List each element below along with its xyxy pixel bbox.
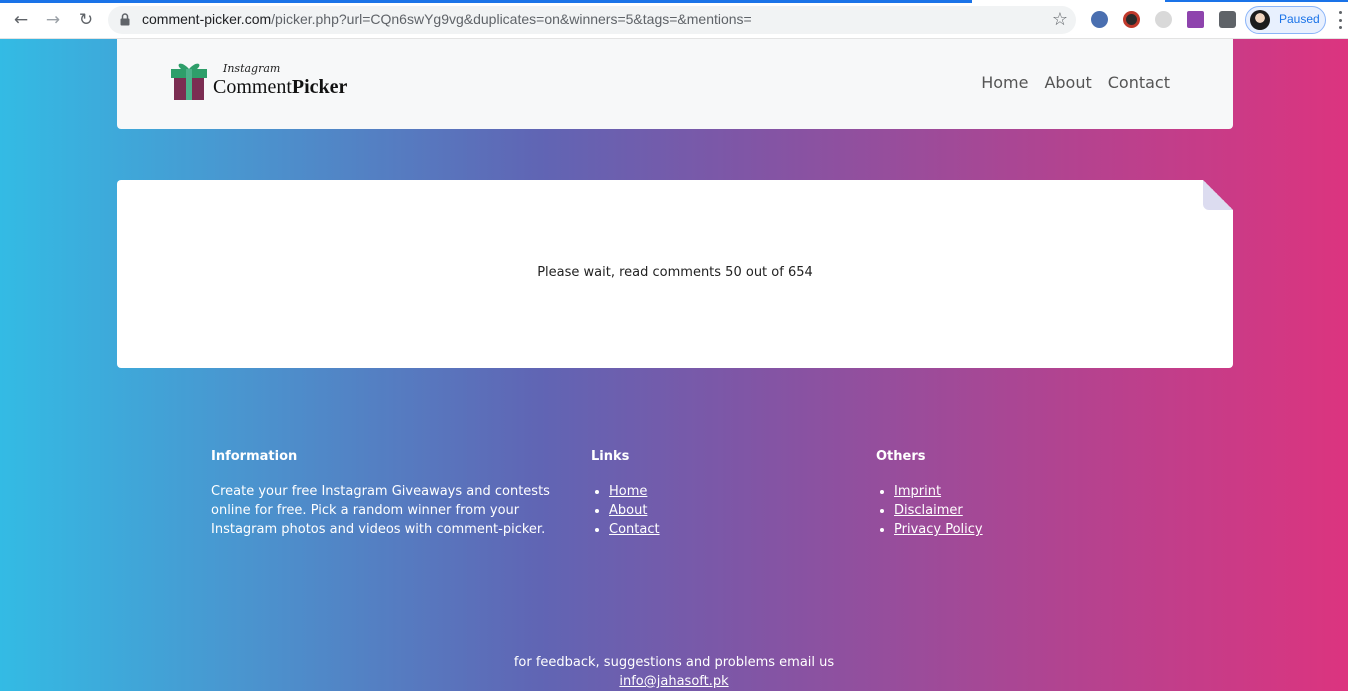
footer-links-title: Links (591, 449, 630, 464)
footer-others-title: Others (876, 449, 926, 464)
url-text[interactable]: comment-picker.com/picker.php?url=CQn6sw… (142, 11, 752, 27)
page-load-progress (0, 0, 972, 3)
logo[interactable]: Instagram CommentPicker (171, 59, 356, 101)
main-nav: Home About Contact (981, 73, 1170, 92)
address-bar[interactable]: comment-picker.com/picker.php?url=CQn6sw… (108, 6, 1076, 34)
footer-link-contact[interactable]: Contact (609, 522, 660, 537)
footer-link-about[interactable]: About (609, 503, 647, 518)
footer-information: Information Create your free Instagram G… (211, 449, 571, 539)
footer-feedback: for feedback, suggestions and problems e… (0, 653, 1348, 691)
footer-info-text: Create your free Instagram Giveaways and… (211, 484, 550, 537)
profile-button[interactable]: Paused (1245, 6, 1326, 34)
gift-icon (171, 63, 207, 100)
avatar (1250, 10, 1270, 30)
puzzle-icon[interactable] (1219, 11, 1236, 28)
nav-contact[interactable]: Contact (1108, 73, 1170, 92)
feedback-text: for feedback, suggestions and problems e… (513, 655, 835, 670)
nav-about[interactable]: About (1044, 73, 1091, 92)
back-arrow-icon[interactable]: ← (10, 9, 32, 31)
email-link[interactable]: info@jahasoft.pk (619, 674, 728, 689)
footer-info-title: Information (211, 449, 298, 464)
bookmark-star-icon[interactable]: ☆ (1052, 9, 1068, 30)
extension-moon-icon[interactable] (1155, 11, 1172, 28)
status-message: Please wait, read comments 50 out of 654 (537, 265, 813, 280)
logo-script: Instagram (223, 62, 281, 75)
forward-arrow-icon[interactable]: → (42, 9, 64, 31)
profile-status: Paused (1279, 12, 1320, 26)
footer-link-privacy[interactable]: Privacy Policy (894, 522, 983, 537)
footer-link-disclaimer[interactable]: Disclaimer (894, 503, 963, 518)
status-card: Please wait, read comments 50 out of 654 (117, 180, 1233, 368)
extension-k-icon[interactable] (1123, 11, 1140, 28)
page-fold-corner (1203, 180, 1233, 210)
extension-icon[interactable] (1091, 11, 1108, 28)
logo-wordmark: CommentPicker (213, 76, 348, 98)
lock-icon (120, 13, 130, 26)
tab-strip-accent (1165, 0, 1348, 2)
extension-gift-icon[interactable] (1187, 11, 1204, 28)
footer-links: Links Home About Contact (591, 449, 791, 539)
reload-icon[interactable]: ↻ (75, 9, 97, 31)
browser-toolbar: ← → ↻ comment-picker.com/picker.php?url=… (0, 0, 1348, 39)
footer-others-list: Imprint Disclaimer Privacy Policy (876, 482, 1096, 539)
footer-link-home[interactable]: Home (609, 484, 647, 499)
footer-link-imprint[interactable]: Imprint (894, 484, 941, 499)
menu-kebab-icon[interactable] (1338, 11, 1342, 29)
footer-links-list: Home About Contact (591, 482, 791, 539)
site-header: Instagram CommentPicker Home About Conta… (117, 39, 1233, 129)
footer-others: Others Imprint Disclaimer Privacy Policy (876, 449, 1096, 539)
nav-home[interactable]: Home (981, 73, 1028, 92)
